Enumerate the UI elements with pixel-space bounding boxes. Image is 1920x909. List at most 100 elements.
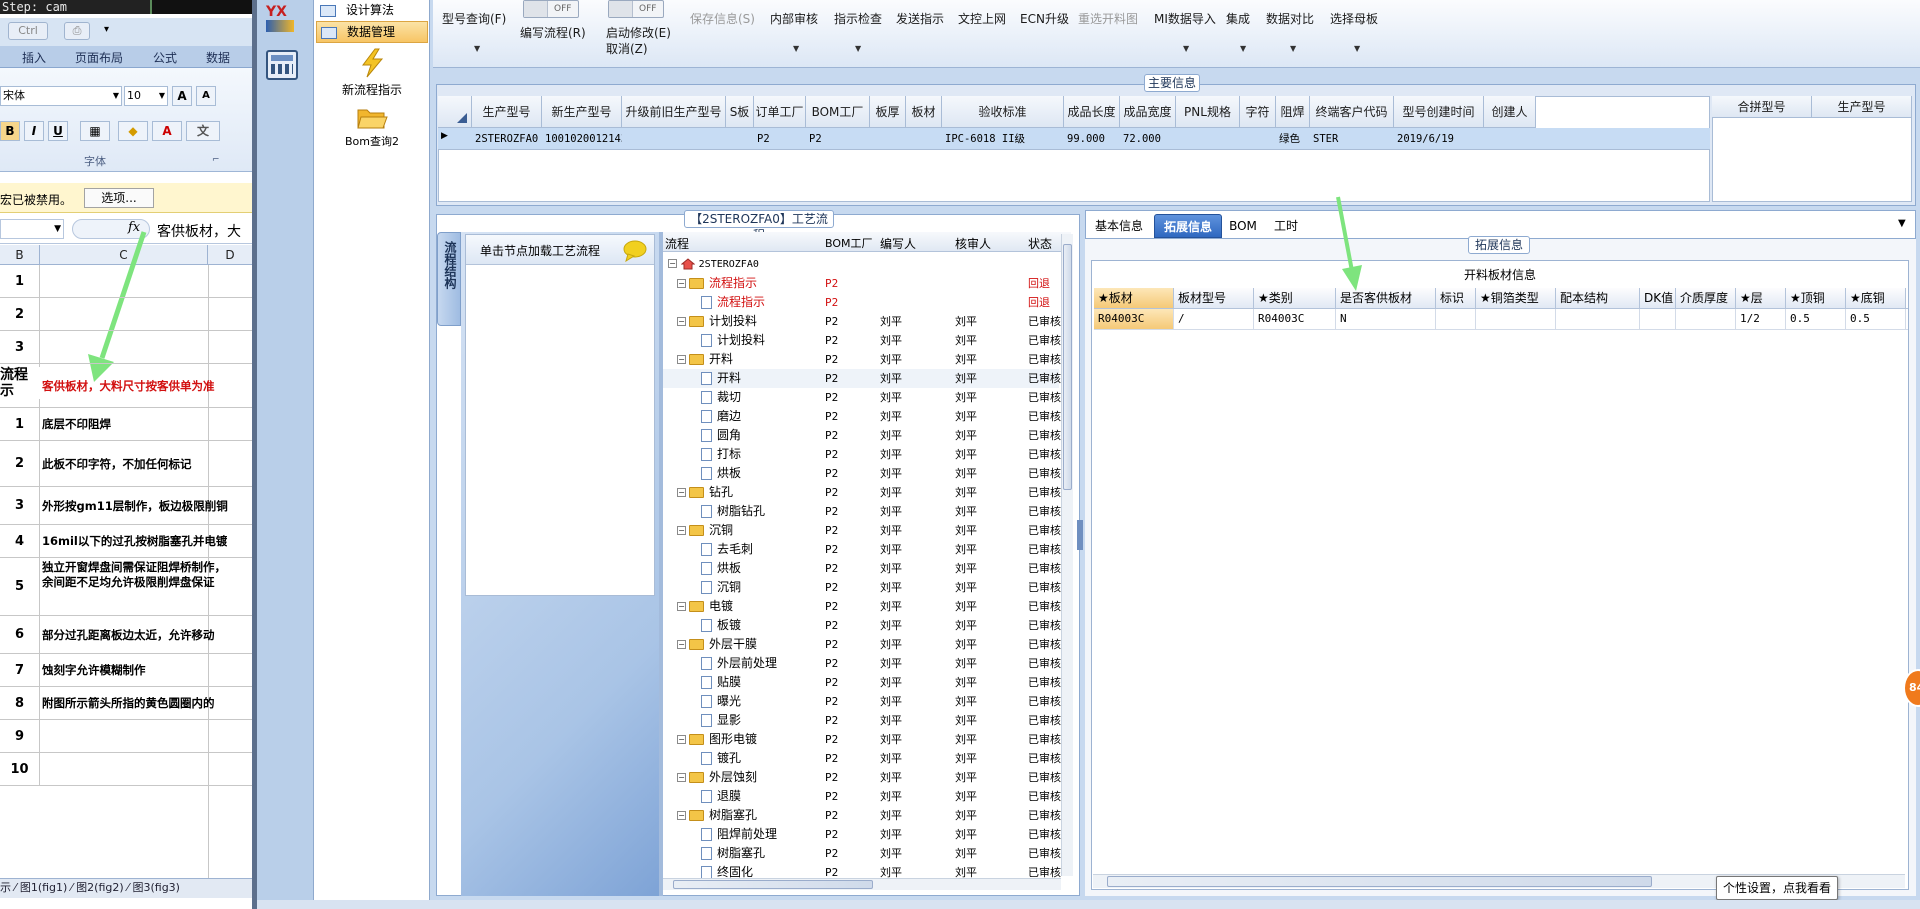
collapse-handle[interactable] [1077, 520, 1083, 550]
expand-toggle-icon[interactable]: − [677, 488, 686, 497]
row-number[interactable]: 8 [0, 687, 40, 720]
tab-dropdown-icon[interactable]: ▼ [1898, 218, 1906, 229]
excel-cell[interactable]: 此板不印字符，不加任何标记 [42, 443, 192, 485]
shrink-font-button[interactable]: A [196, 86, 216, 106]
flow-node[interactable]: − 沉铜 P2 刘平 刘平 已审核 [663, 521, 1061, 540]
toolbar-button[interactable]: 文控上网 [958, 10, 1006, 27]
flow-node[interactable]: − 计划投料 P2 刘平 刘平 已审核 [663, 312, 1061, 331]
chevron-down-icon[interactable]: ▼ [855, 44, 861, 53]
flow-node[interactable]: 曝光 P2 刘平 刘平 已审核 [663, 692, 1061, 711]
ext-cell[interactable]: 1/2 [1736, 309, 1786, 329]
name-box[interactable]: ▼ [0, 219, 64, 239]
flow-header-status[interactable]: 状态 [1028, 235, 1052, 252]
toolbar-button[interactable]: 启动修改(E) [606, 24, 671, 41]
excel-cell[interactable]: 底层不印阻焊 [42, 410, 111, 439]
grid-cell[interactable]: IPC-6018 II级 [942, 129, 1064, 149]
phonetic-icon[interactable]: 文 [186, 121, 220, 141]
flow-node[interactable]: − 电镀 P2 刘平 刘平 已审核 [663, 597, 1061, 616]
column-header-b[interactable]: B [0, 245, 40, 265]
toolbar-button[interactable]: 发送指示 [896, 10, 944, 27]
excel-cell[interactable]: 独立开窗焊盘间需保证阻焊桥制作， 余间距不足均允许极限削焊盘保证 [42, 560, 226, 614]
ext-column-header[interactable]: ★层 [1736, 288, 1786, 308]
ext-cell[interactable] [1556, 309, 1640, 329]
chevron-down-icon[interactable]: ▼ [1290, 44, 1296, 53]
column-header-d[interactable]: D [208, 245, 252, 265]
border-icon[interactable]: ▦ [80, 121, 110, 141]
column-header[interactable]: 成品宽度 [1120, 96, 1176, 128]
formula-input[interactable]: 客供板材，大 [157, 221, 241, 241]
bom-query2-button[interactable]: Bom查询2 [328, 104, 416, 149]
tab-insert[interactable]: 插入 [22, 49, 46, 66]
toolbar-button[interactable]: 集成 [1226, 10, 1250, 27]
row-number[interactable]: 5 [0, 558, 40, 616]
flow-header-factory[interactable]: BOM工厂 [825, 235, 873, 251]
grid-cell[interactable]: STER [1310, 129, 1394, 149]
expand-toggle-icon[interactable]: − [677, 526, 686, 535]
nav-item-data-management[interactable]: 数据管理 [316, 21, 428, 43]
qa-dropdown-icon[interactable]: ▾ [104, 24, 109, 35]
flow-node[interactable]: − 外层干膜 P2 刘平 刘平 已审核 [663, 635, 1061, 654]
ext-cell[interactable]: R04003C [1254, 309, 1336, 329]
grid-cell[interactable]: 72.000 [1120, 129, 1176, 149]
toolbar-button[interactable]: 选择母板 [1330, 10, 1378, 27]
grid-cell[interactable]: P2 [806, 129, 870, 149]
expand-toggle-icon[interactable]: − [677, 735, 686, 744]
flow-node[interactable]: 显影 P2 刘平 刘平 已审核 [663, 711, 1061, 730]
ext-column-header[interactable]: 标识 [1436, 288, 1476, 308]
flow-node[interactable]: 退膜 P2 刘平 刘平 已审核 [663, 787, 1061, 806]
toolbar-button[interactable]: ECN升级 [1020, 10, 1069, 27]
off-toggle[interactable]: OFF [608, 0, 664, 18]
grid-cell[interactable]: 10010200121434 [542, 129, 622, 149]
flow-header-writer[interactable]: 编写人 [880, 235, 916, 252]
expand-toggle-icon[interactable]: − [677, 811, 686, 820]
grid-cell[interactable]: 绿色 [1276, 129, 1310, 149]
grow-font-button[interactable]: A [172, 86, 192, 106]
row-number[interactable]: 1 [0, 408, 40, 441]
flow-node[interactable]: − 开料 P2 刘平 刘平 已审核 [663, 350, 1061, 369]
ext-cell[interactable] [1676, 309, 1736, 329]
excel-cell[interactable]: 附图所示箭头所指的黄色圆圈内的 [42, 689, 215, 718]
column-header[interactable]: 终端客户代码 [1310, 96, 1394, 128]
flow-node[interactable]: 烘板 P2 刘平 刘平 已审核 [663, 559, 1061, 578]
expand-toggle-icon[interactable]: − [677, 317, 686, 326]
grid-cell[interactable] [906, 129, 942, 149]
toolbar-button[interactable]: 编写流程(R) [520, 24, 586, 41]
flow-node[interactable]: 树脂塞孔 P2 刘平 刘平 已审核 [663, 844, 1061, 863]
ext-cell[interactable]: N [1336, 309, 1436, 329]
chevron-down-icon[interactable]: ▼ [1240, 44, 1246, 53]
flow-node[interactable]: 裁切 P2 刘平 刘平 已审核 [663, 388, 1061, 407]
ext-column-header[interactable]: ★类别 [1254, 288, 1336, 308]
column-header[interactable]: BOM工厂 [806, 96, 870, 128]
flow-node[interactable]: − 图形电镀 P2 刘平 刘平 已审核 [663, 730, 1061, 749]
grid-cell[interactable] [1484, 129, 1536, 149]
column-header[interactable]: S板 [726, 96, 754, 128]
row-number[interactable]: 3 [0, 487, 40, 525]
row-number[interactable]: 4 [0, 525, 40, 558]
column-header[interactable]: 升级前旧生产型号 [622, 96, 726, 128]
column-header[interactable]: 创建人 [1484, 96, 1536, 128]
bold-button[interactable]: B [0, 121, 20, 141]
ext-cell[interactable]: 0.5 [1786, 309, 1846, 329]
row-number[interactable]: 7 [0, 654, 40, 687]
expand-toggle-icon[interactable]: − [677, 279, 686, 288]
settings-tooltip[interactable]: 个性设置，点我看看 [1716, 876, 1838, 900]
merge-model-header[interactable]: 合拼型号 [1712, 96, 1812, 118]
column-header[interactable]: 板厚 [870, 96, 906, 128]
column-header[interactable]: 型号创建时间 [1394, 96, 1484, 128]
expand-toggle-icon[interactable]: − [677, 773, 686, 782]
grid-cell[interactable]: 2019/6/19 [1394, 129, 1484, 149]
grid-cell[interactable] [1176, 129, 1240, 149]
flow-node[interactable]: 外层前处理 P2 刘平 刘平 已审核 [663, 654, 1061, 673]
flow-node[interactable]: 圆角 P2 刘平 刘平 已审核 [663, 426, 1061, 445]
flow-node[interactable]: − 流程指示 P2 回退 [663, 274, 1059, 293]
flow-header-name[interactable]: 流程 [665, 235, 689, 252]
ext-cell[interactable]: R04003C [1094, 309, 1174, 329]
nav-item-design-algorithm[interactable]: 设计算法 [316, 0, 428, 22]
tab-data[interactable]: 数据 [206, 49, 230, 66]
flow-node[interactable]: 树脂钻孔 P2 刘平 刘平 已审核 [663, 502, 1061, 521]
flow-node[interactable]: − 外层蚀刻 P2 刘平 刘平 已审核 [663, 768, 1061, 787]
font-color-icon[interactable]: A [152, 121, 182, 141]
italic-button[interactable]: I [24, 121, 44, 141]
toolbar-button[interactable]: 保存信息(S) [690, 10, 755, 27]
chevron-down-icon[interactable]: ▼ [474, 44, 480, 53]
